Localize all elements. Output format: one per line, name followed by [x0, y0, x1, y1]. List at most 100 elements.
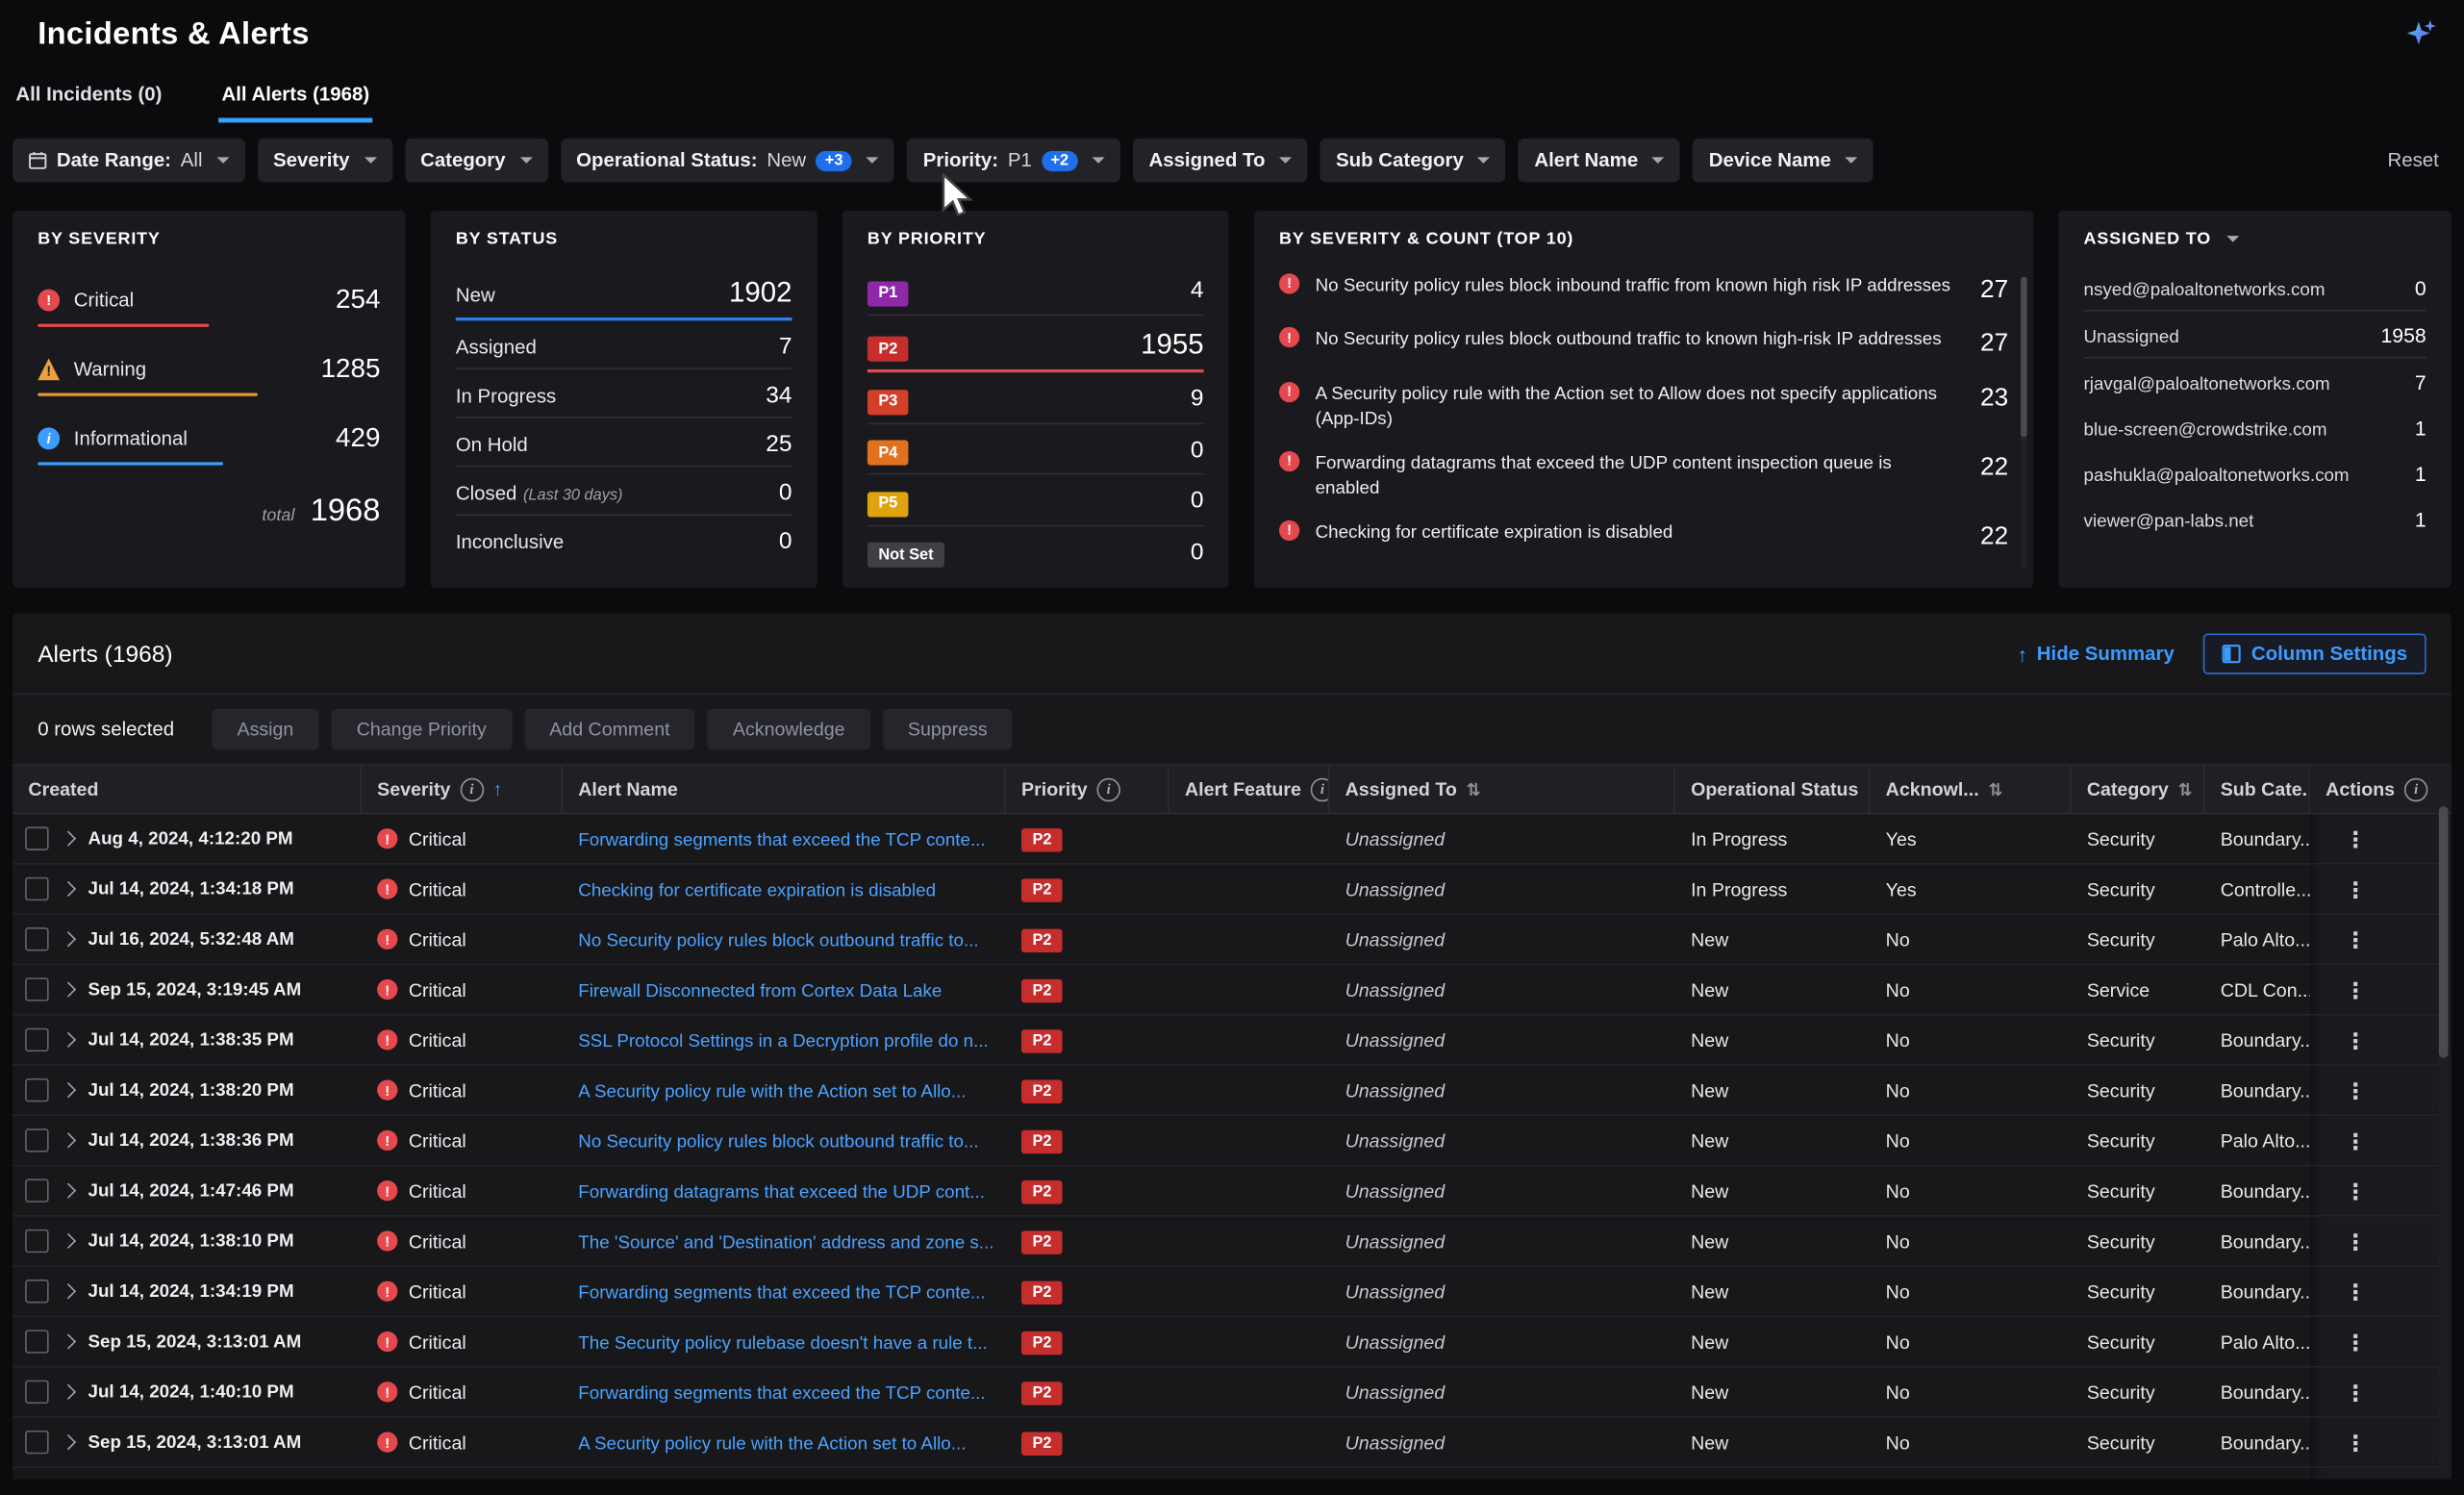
expand-row-chevron[interactable]: [61, 1233, 76, 1249]
row-checkbox[interactable]: [25, 1381, 49, 1405]
alert-name-link[interactable]: No Security policy rules block outbound …: [578, 1132, 978, 1152]
top-alert-row[interactable]: A Security policy rule with the Action s…: [1279, 372, 2008, 442]
filter-chip[interactable]: Sub Category: [1320, 139, 1506, 183]
row-checkbox[interactable]: [25, 826, 49, 850]
top-alert-row[interactable]: Forwarding datagrams that exceed the UDP…: [1279, 442, 2008, 511]
status-row[interactable]: Inconclusive 0: [456, 516, 792, 563]
row-checkbox[interactable]: [25, 1229, 49, 1254]
priority-row[interactable]: P4 0: [867, 423, 1204, 474]
alert-name-link[interactable]: Firewall Disconnected from Cortex Data L…: [578, 981, 942, 1001]
scrollbar-thumb[interactable]: [2021, 277, 2027, 438]
alert-name-link[interactable]: The Security policy rulebase doesn't hav…: [578, 1333, 988, 1353]
top-alert-row[interactable]: No Security policy rules block inbound t…: [1279, 264, 2008, 317]
priority-row[interactable]: P1 4: [867, 264, 1204, 315]
alert-name-link[interactable]: A Security policy rule with the Action s…: [578, 1434, 966, 1454]
status-row[interactable]: In Progress 34: [456, 369, 792, 418]
priority-row[interactable]: P2 1955: [867, 316, 1204, 373]
priority-row[interactable]: P5 0: [867, 474, 1204, 525]
expand-row-chevron[interactable]: [61, 981, 76, 997]
alert-name-link[interactable]: A Security policy rule with the Action s…: [578, 1082, 966, 1102]
tab[interactable]: All Incidents (0): [13, 69, 165, 123]
row-checkbox[interactable]: [25, 1280, 49, 1304]
expand-row-chevron[interactable]: [61, 931, 76, 947]
row-actions-menu-icon[interactable]: ⋮: [2345, 878, 2367, 900]
expand-row-chevron[interactable]: [61, 1333, 76, 1349]
row-actions-menu-icon[interactable]: ⋮: [2345, 1179, 2367, 1202]
status-row[interactable]: On Hold 25: [456, 418, 792, 468]
column-header[interactable]: Priority i: [1006, 766, 1169, 813]
row-checkbox[interactable]: [25, 1078, 49, 1102]
row-checkbox[interactable]: [25, 1330, 49, 1354]
assignee-row[interactable]: rjavgal@paloaltonetworks.com 7: [2084, 359, 2426, 404]
assignee-row[interactable]: pashukla@paloaltonetworks.com 1: [2084, 449, 2426, 494]
row-actions-menu-icon[interactable]: ⋮: [2345, 928, 2367, 950]
top-alert-row[interactable]: No Security policy rules block outbound …: [1279, 318, 2008, 372]
column-header[interactable]: Operational Status: [1675, 766, 1871, 813]
bulk-action-button[interactable]: Assign: [212, 709, 318, 749]
assignee-row[interactable]: viewer@pan-labs.net 1: [2084, 495, 2426, 541]
ai-sparkle-icon[interactable]: [2404, 17, 2439, 52]
column-header[interactable]: Actions i: [2310, 766, 2451, 813]
top-alert-row[interactable]: Checking for certificate expiration is d…: [1279, 511, 2008, 565]
expand-row-chevron[interactable]: [61, 1283, 76, 1299]
column-header[interactable]: Alert Name: [563, 766, 1006, 813]
alert-name-link[interactable]: Forwarding segments that exceed the TCP …: [578, 1283, 985, 1303]
expand-row-chevron[interactable]: [61, 831, 76, 847]
row-checkbox[interactable]: [25, 1431, 49, 1455]
row-checkbox[interactable]: [25, 1178, 49, 1203]
row-actions-menu-icon[interactable]: ⋮: [2345, 827, 2367, 849]
alert-name-link[interactable]: Checking for certificate expiration is d…: [578, 881, 936, 900]
scrollbar-thumb[interactable]: [2439, 806, 2449, 1057]
column-header[interactable]: Assigned To ⇅: [1329, 766, 1674, 813]
row-actions-menu-icon[interactable]: ⋮: [2345, 1079, 2367, 1102]
row-actions-menu-icon[interactable]: ⋮: [2345, 1381, 2367, 1403]
row-actions-menu-icon[interactable]: ⋮: [2345, 978, 2367, 1001]
expand-row-chevron[interactable]: [61, 1132, 76, 1148]
row-actions-menu-icon[interactable]: ⋮: [2345, 1028, 2367, 1051]
status-row[interactable]: Assigned 7: [456, 320, 792, 369]
row-actions-menu-icon[interactable]: ⋮: [2345, 1330, 2367, 1353]
severity-row[interactable]: Informational 429: [38, 402, 380, 471]
assignee-row[interactable]: nsyed@paloaltonetworks.com 0: [2084, 264, 2426, 311]
assignee-row[interactable]: Unassigned 1958: [2084, 312, 2426, 359]
card-title[interactable]: ASSIGNED TO: [2084, 230, 2426, 249]
column-header[interactable]: Sub Cate...: [2204, 766, 2309, 813]
filter-chip[interactable]: Assigned To: [1133, 139, 1308, 183]
row-checkbox[interactable]: [25, 927, 49, 951]
bulk-action-button[interactable]: Change Priority: [332, 709, 512, 749]
severity-row[interactable]: Critical 254: [38, 264, 380, 333]
status-row[interactable]: Closed(Last 30 days) 0: [456, 467, 792, 516]
bulk-action-button[interactable]: Suppress: [883, 709, 1013, 749]
alert-name-link[interactable]: Forwarding datagrams that exceed the UDP…: [578, 1183, 985, 1203]
row-actions-menu-icon[interactable]: ⋮: [2345, 1230, 2367, 1253]
expand-row-chevron[interactable]: [61, 1183, 76, 1199]
row-actions-menu-icon[interactable]: ⋮: [2345, 1432, 2367, 1454]
row-actions-menu-icon[interactable]: ⋮: [2345, 1280, 2367, 1303]
alert-name-link[interactable]: Forwarding segments that exceed the TCP …: [578, 831, 985, 850]
row-checkbox[interactable]: [25, 1128, 49, 1153]
column-settings-button[interactable]: Column Settings: [2202, 633, 2426, 673]
tab[interactable]: All Alerts (1968): [218, 69, 372, 123]
hide-summary-button[interactable]: ↑ Hide Summary: [2017, 642, 2174, 666]
expand-row-chevron[interactable]: [61, 881, 76, 897]
expand-row-chevron[interactable]: [61, 1082, 76, 1098]
bulk-action-button[interactable]: Acknowledge: [708, 709, 870, 749]
alert-name-link[interactable]: No Security policy rules block outbound …: [578, 931, 978, 950]
filter-chip[interactable]: Alert Name: [1519, 139, 1680, 183]
column-header[interactable]: Category ⇅: [2071, 766, 2204, 813]
priority-row[interactable]: Not Set 0: [867, 526, 1204, 575]
column-header[interactable]: Alert Feature i: [1169, 766, 1330, 813]
filter-chip[interactable]: Severity: [258, 139, 392, 183]
row-checkbox[interactable]: [25, 977, 49, 1001]
row-checkbox[interactable]: [25, 1028, 49, 1052]
filter-chip[interactable]: Operational Status: New +3: [561, 139, 895, 183]
alert-name-link[interactable]: Forwarding segments that exceed the TCP …: [578, 1384, 985, 1404]
severity-row[interactable]: Warning 1285: [38, 333, 380, 402]
expand-row-chevron[interactable]: [61, 1384, 76, 1400]
row-actions-menu-icon[interactable]: ⋮: [2345, 1129, 2367, 1152]
bulk-action-button[interactable]: Add Comment: [524, 709, 695, 749]
alert-name-link[interactable]: The 'Source' and 'Destination' address a…: [578, 1233, 993, 1253]
filter-chip[interactable]: Category: [405, 139, 548, 183]
row-checkbox[interactable]: [25, 877, 49, 901]
column-header[interactable]: Created: [13, 766, 362, 813]
